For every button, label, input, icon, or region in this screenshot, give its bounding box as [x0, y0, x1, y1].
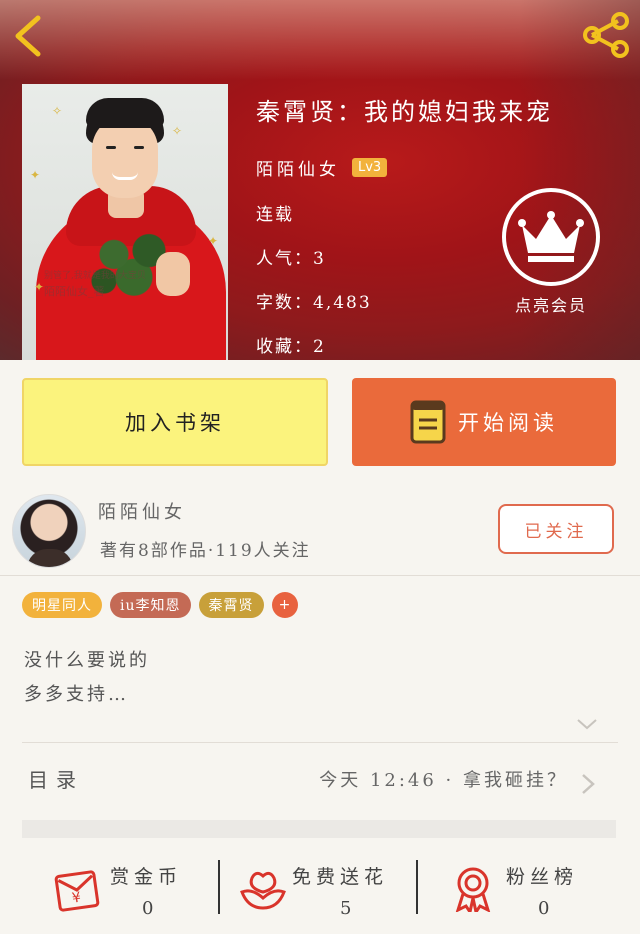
bottom-stats-bar: ¥ 赏金币 0 免费送花 5 粉丝榜 0: [0, 848, 640, 934]
expand-description-button[interactable]: [576, 716, 598, 730]
fans-value: 0: [538, 898, 550, 919]
vip-button[interactable]: 点亮会员: [502, 188, 600, 316]
medal-icon: [455, 867, 491, 912]
add-to-shelf-button[interactable]: 加入书架: [22, 378, 328, 466]
back-button[interactable]: [10, 12, 50, 60]
fans-label: 粉丝榜: [506, 866, 579, 888]
fan-ranking-button[interactable]: 粉丝榜 0: [448, 854, 598, 924]
follow-button[interactable]: 已关注: [498, 504, 614, 554]
author-name[interactable]: 陌陌仙女: [256, 155, 340, 180]
start-reading-button[interactable]: 开始阅读: [352, 378, 616, 466]
add-tag-button[interactable]: +: [271, 592, 298, 618]
table-of-contents-row[interactable]: 目录 今天 12:46 · 拿我砸挂？: [0, 744, 640, 820]
reward-label: 赏金币: [110, 866, 183, 888]
tag-item[interactable]: 秦霄贤: [198, 592, 264, 618]
book-cover[interactable]: ✦ ✦ ✦ ✧ ✧ 别管了,我就是我的大宝贝 陌陌仙女_著: [22, 84, 228, 360]
avatar[interactable]: [12, 494, 86, 568]
author-card: 陌陌仙女 著有8部作品·119人关注 已关注: [0, 490, 640, 576]
flower-label: 免费送花: [292, 866, 389, 888]
chevron-down-icon: [577, 719, 597, 730]
stat-separator: [416, 860, 418, 914]
author-card-name[interactable]: 陌陌仙女: [98, 498, 186, 524]
book-description: 没什么要说的 多多支持…: [24, 650, 150, 705]
action-bar: 加入书架 开始阅读: [0, 360, 640, 490]
toc-label: 目录: [28, 768, 84, 792]
tag-list: 明星同人 iu李知恩 秦霄贤 +: [22, 592, 298, 618]
book-favorites: 收藏：2: [256, 337, 326, 357]
crown-icon: [518, 211, 584, 262]
book-header: ✦ ✦ ✦ ✧ ✧ 别管了,我就是我的大宝贝 陌陌仙女_著 秦霄贤：我的媳妇我来…: [0, 0, 640, 360]
tag-item[interactable]: iu李知恩: [110, 592, 191, 618]
latest-chapter: 今天 12:46 · 拿我砸挂？: [319, 770, 568, 791]
chevron-right-icon: [582, 774, 595, 794]
author-stats: 著有8部作品·119人关注: [100, 541, 311, 561]
share-button[interactable]: [580, 12, 632, 58]
svg-text:¥: ¥: [71, 890, 82, 907]
share-icon: [583, 12, 629, 58]
start-reading-label: 开始阅读: [458, 411, 558, 435]
cover-watermark: 别管了,我就是我的大宝贝 陌陌仙女_著: [44, 271, 146, 298]
chevron-left-icon: [15, 15, 41, 57]
send-flower-button[interactable]: 免费送花 5: [238, 854, 408, 924]
red-envelope-icon: ¥: [54, 870, 100, 912]
reward-coins-button[interactable]: ¥ 赏金币 0: [52, 854, 212, 924]
divider: [22, 742, 618, 743]
tag-item[interactable]: 明星同人: [22, 592, 102, 618]
reward-value: 0: [142, 898, 154, 919]
book-icon: [410, 400, 446, 444]
vip-label: 点亮会员: [514, 296, 587, 315]
stat-separator: [218, 860, 220, 914]
book-title: 秦霄贤：我的媳妇我来宠: [256, 98, 553, 126]
level-badge: Lv3: [352, 158, 388, 177]
flower-icon: [240, 871, 286, 910]
section-divider: [22, 820, 616, 838]
flower-value: 5: [340, 898, 352, 919]
